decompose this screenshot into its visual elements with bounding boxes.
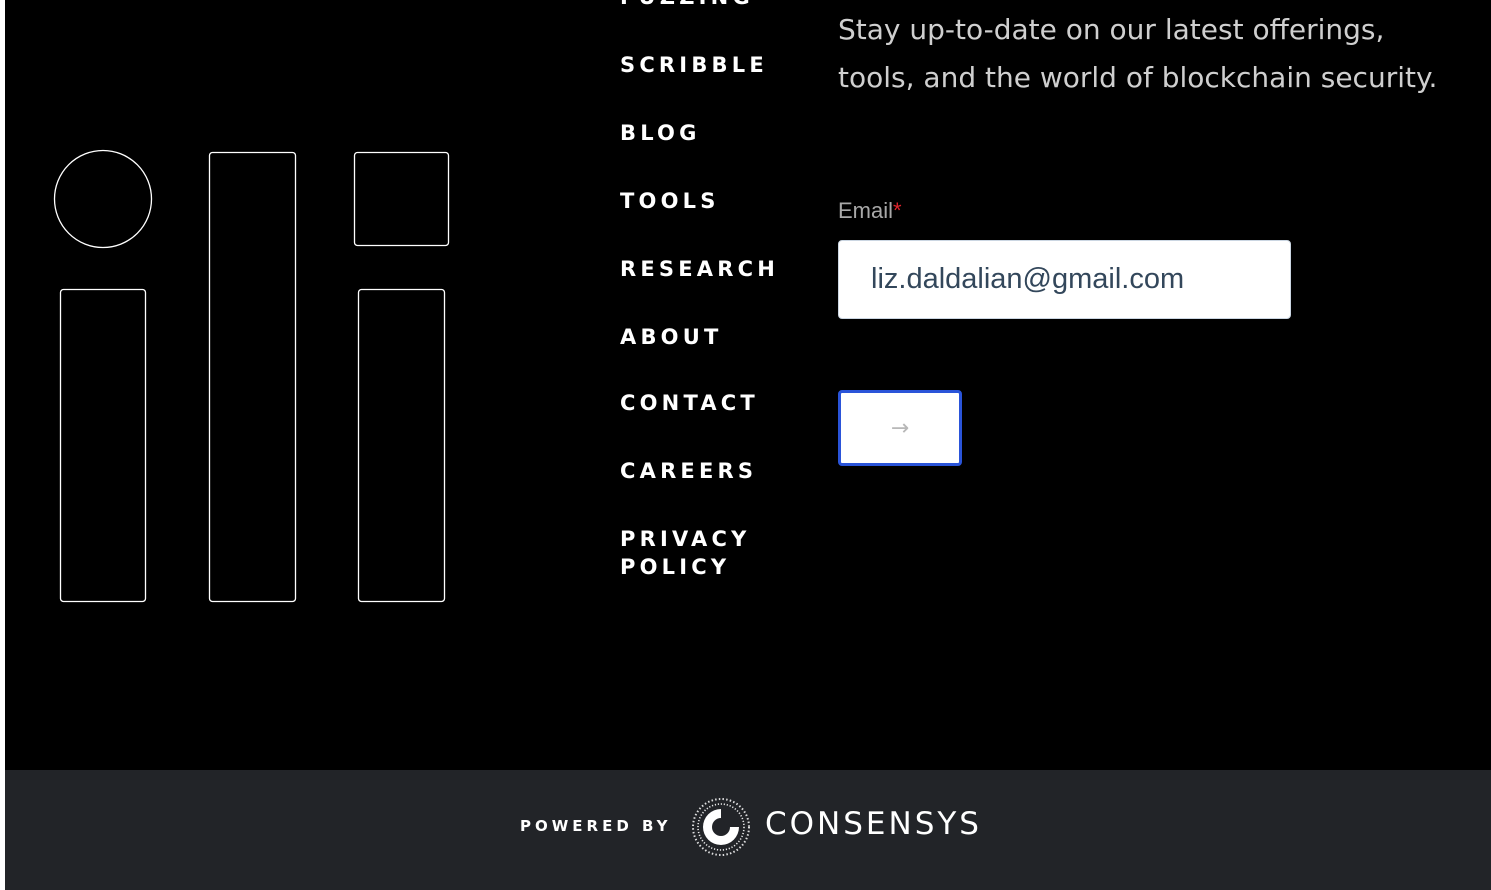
nav-link-research[interactable]: RESEARCH [620, 255, 779, 283]
powered-by-label: POWERED BY [520, 817, 672, 835]
site-footer-main: FUZZING SCRIBBLE BLOG TOOLS RESEARCH ABO… [5, 0, 1491, 770]
nav-link-scribble[interactable]: SCRIBBLE [620, 51, 768, 79]
nav-link-contact[interactable]: CONTACT [620, 389, 759, 417]
email-input[interactable] [838, 240, 1291, 319]
nav-link-careers[interactable]: CAREERS [620, 457, 757, 485]
consensys-wordmark[interactable]: CONSENSYS [765, 806, 982, 842]
nav-link-privacy-policy[interactable]: PRIVACY POLICY [620, 525, 790, 581]
required-mark: * [893, 198, 902, 223]
logo-circle [53, 149, 153, 249]
logo-bar-left [59, 288, 147, 603]
nav-link-tools[interactable]: TOOLS [620, 187, 720, 215]
nav-link-blog[interactable]: BLOG [620, 119, 701, 147]
diligence-logo-icon [53, 149, 450, 603]
logo-bar-right [357, 288, 446, 603]
page: FUZZING SCRIBBLE BLOG TOOLS RESEARCH ABO… [0, 0, 1491, 890]
nav-link-fuzzing[interactable]: FUZZING [620, 0, 754, 11]
newsletter-intro: Stay up-to-date on our latest offerings,… [838, 13, 1438, 94]
email-label-text: Email [838, 198, 894, 223]
logo-bar-middle [208, 151, 297, 603]
logo-square [353, 151, 450, 247]
nav-link-about[interactable]: ABOUT [620, 323, 723, 351]
consensys-logo-icon[interactable] [690, 796, 752, 858]
email-label: Email* [838, 198, 902, 224]
submit-button[interactable]: → [838, 390, 962, 466]
